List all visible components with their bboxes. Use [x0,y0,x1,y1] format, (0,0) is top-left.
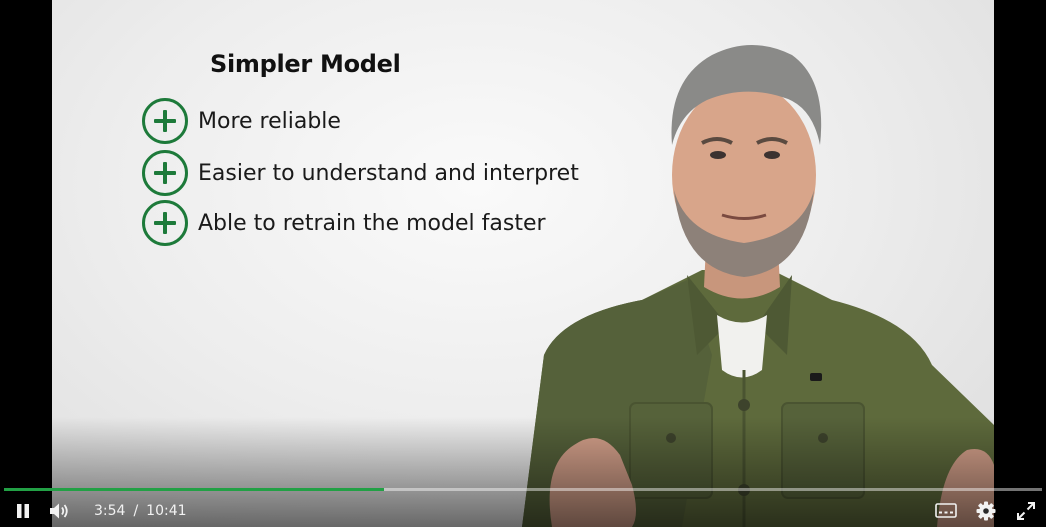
settings-button[interactable] [973,494,999,527]
player-controls: 3:54 / 10:41 [0,494,1046,527]
video-player[interactable]: Simpler Model More reliable Easier to un… [0,0,1046,527]
gear-icon [976,501,996,520]
video-frame[interactable]: Simpler Model More reliable Easier to un… [52,0,994,527]
plus-circle-icon [142,150,188,196]
captions-icon [935,502,957,518]
plus-circle-icon [142,98,188,144]
slide-title: Simpler Model [210,50,401,78]
plus-circle-icon [142,200,188,246]
time-display: 3:54 / 10:41 [94,494,187,527]
volume-icon [50,503,68,518]
fullscreen-button[interactable] [1013,494,1039,527]
progress-fill [4,488,384,491]
fullscreen-icon [1017,501,1035,520]
pause-button[interactable] [10,494,36,527]
pause-icon [17,503,29,518]
volume-button[interactable] [46,494,74,527]
time-separator: / [133,502,139,519]
duration: 10:41 [146,502,187,519]
bullet-item: More reliable [142,97,341,145]
progress-bar[interactable] [4,488,1042,491]
bullet-text: More reliable [198,108,341,134]
captions-button[interactable] [932,494,960,527]
current-time: 3:54 [94,502,126,519]
